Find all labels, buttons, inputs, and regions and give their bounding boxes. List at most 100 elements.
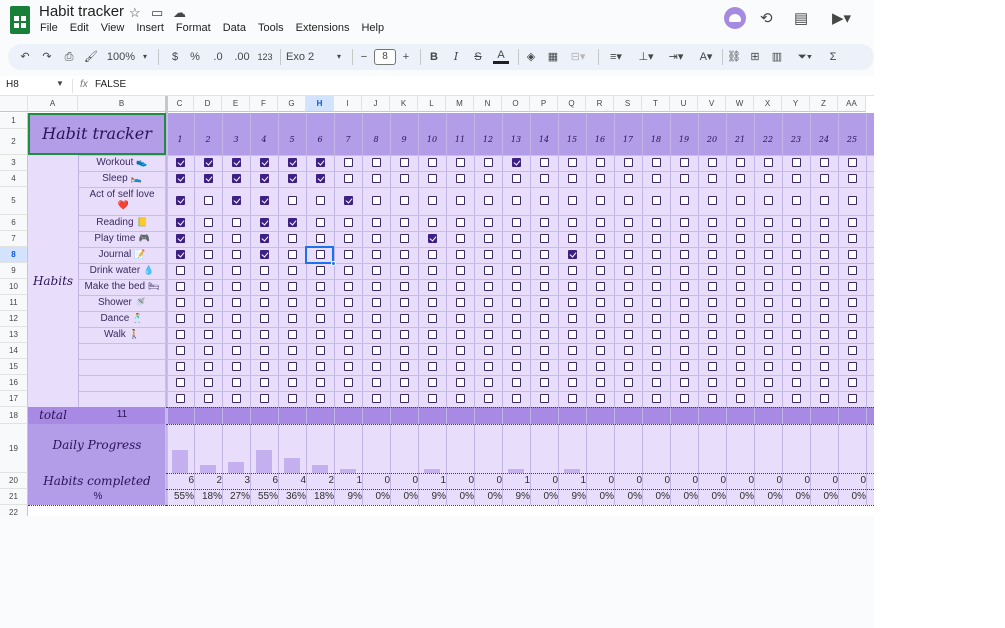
currency-format-button[interactable]: $ — [168, 48, 182, 66]
habit-checkbox[interactable] — [176, 394, 185, 403]
habit-checkbox[interactable] — [316, 196, 325, 205]
habit-checkbox[interactable] — [232, 250, 241, 259]
row-header-7[interactable]: 7 — [0, 231, 28, 247]
column-header-u[interactable]: U — [670, 96, 698, 112]
habit-checkbox[interactable] — [316, 330, 325, 339]
habit-checkbox[interactable] — [176, 346, 185, 355]
habit-checkbox[interactable] — [540, 266, 549, 275]
habit-checkbox[interactable] — [848, 362, 857, 371]
habit-checkbox[interactable] — [372, 174, 381, 183]
habit-checkbox[interactable] — [624, 330, 633, 339]
habit-checkbox[interactable] — [764, 330, 773, 339]
habit-checkbox[interactable] — [596, 394, 605, 403]
habit-checkbox[interactable] — [792, 158, 801, 167]
habit-checkbox[interactable] — [596, 346, 605, 355]
habit-checkbox[interactable] — [428, 394, 437, 403]
zoom-select[interactable]: 100% — [106, 48, 136, 66]
habit-checkbox[interactable] — [708, 174, 717, 183]
font-size-input[interactable]: 8 — [374, 49, 396, 65]
habit-checkbox[interactable] — [764, 218, 773, 227]
habit-checkbox[interactable] — [624, 298, 633, 307]
habit-checkbox[interactable] — [820, 362, 829, 371]
habit-checkbox[interactable] — [764, 234, 773, 243]
habit-checkbox[interactable] — [708, 394, 717, 403]
habit-checkbox[interactable] — [372, 218, 381, 227]
row-header-3[interactable]: 3 — [0, 155, 28, 171]
habit-checkbox[interactable] — [400, 362, 409, 371]
habit-checkbox[interactable] — [232, 282, 241, 291]
habit-checkbox[interactable] — [316, 218, 325, 227]
habit-checkbox[interactable] — [372, 158, 381, 167]
habit-checkbox[interactable] — [176, 314, 185, 323]
habit-checkbox[interactable] — [764, 266, 773, 275]
habit-checkbox[interactable] — [400, 218, 409, 227]
habit-checkbox[interactable] — [764, 298, 773, 307]
habit-checkbox[interactable] — [176, 266, 185, 275]
habit-checkbox[interactable] — [512, 174, 521, 183]
habit-checkbox[interactable] — [288, 362, 297, 371]
habit-checkbox[interactable] — [568, 298, 577, 307]
name-box[interactable]: H8 — [6, 79, 19, 90]
habit-checkbox[interactable] — [484, 298, 493, 307]
habit-checkbox[interactable] — [344, 250, 353, 259]
habit-checkbox[interactable] — [540, 196, 549, 205]
habit-checkbox[interactable] — [176, 378, 185, 387]
habit-checkbox[interactable] — [596, 362, 605, 371]
habit-checkbox[interactable] — [204, 158, 213, 167]
habit-checkbox[interactable] — [652, 196, 661, 205]
habit-checkbox[interactable] — [176, 158, 185, 167]
habit-checkbox[interactable] — [540, 330, 549, 339]
habit-checkbox[interactable] — [652, 234, 661, 243]
habit-checkbox[interactable] — [344, 378, 353, 387]
habit-checkbox[interactable] — [400, 266, 409, 275]
habit-checkbox[interactable] — [652, 250, 661, 259]
habit-checkbox[interactable] — [428, 266, 437, 275]
habit-checkbox[interactable] — [792, 250, 801, 259]
habit-checkbox[interactable] — [344, 346, 353, 355]
habit-checkbox[interactable] — [456, 158, 465, 167]
habit-checkbox[interactable] — [652, 298, 661, 307]
habit-checkbox[interactable] — [232, 378, 241, 387]
habit-checkbox[interactable] — [204, 314, 213, 323]
habit-checkbox[interactable] — [680, 158, 689, 167]
habit-checkbox[interactable] — [540, 394, 549, 403]
habit-checkbox[interactable] — [484, 394, 493, 403]
menu-help[interactable]: Help — [355, 22, 390, 38]
habit-checkbox[interactable] — [260, 234, 269, 243]
habit-checkbox[interactable] — [736, 158, 745, 167]
habit-checkbox[interactable] — [456, 218, 465, 227]
habit-checkbox[interactable] — [512, 394, 521, 403]
habit-checkbox[interactable] — [568, 266, 577, 275]
habit-checkbox[interactable] — [708, 158, 717, 167]
column-header-y[interactable]: Y — [782, 96, 810, 112]
habit-checkbox[interactable] — [792, 314, 801, 323]
row-header-20[interactable]: 20 — [0, 473, 28, 489]
row-header-15[interactable]: 15 — [0, 359, 28, 375]
habit-checkbox[interactable] — [372, 394, 381, 403]
habit-checkbox[interactable] — [260, 378, 269, 387]
habit-checkbox[interactable] — [568, 362, 577, 371]
habit-checkbox[interactable] — [372, 314, 381, 323]
number-format-button[interactable]: 123 — [256, 48, 274, 66]
habit-checkbox[interactable] — [708, 250, 717, 259]
habit-checkbox[interactable] — [484, 330, 493, 339]
habit-checkbox[interactable] — [736, 266, 745, 275]
habit-checkbox[interactable] — [400, 330, 409, 339]
habit-checkbox[interactable] — [288, 218, 297, 227]
menu-edit[interactable]: Edit — [64, 22, 95, 38]
habit-checkbox[interactable] — [484, 266, 493, 275]
habit-checkbox[interactable] — [792, 174, 801, 183]
habit-checkbox[interactable] — [428, 330, 437, 339]
habit-checkbox[interactable] — [596, 196, 605, 205]
habit-checkbox[interactable] — [624, 282, 633, 291]
cloud-status-icon[interactable]: ☁ — [173, 5, 186, 21]
habit-checkbox[interactable] — [456, 266, 465, 275]
habit-checkbox[interactable] — [344, 282, 353, 291]
merge-cells-icon[interactable]: ⊟▾ — [568, 48, 588, 66]
habit-checkbox[interactable] — [176, 250, 185, 259]
habit-checkbox[interactable] — [316, 298, 325, 307]
row-header-10[interactable]: 10 — [0, 279, 28, 295]
habit-checkbox[interactable] — [512, 378, 521, 387]
habit-checkbox[interactable] — [652, 266, 661, 275]
habit-checkbox[interactable] — [792, 394, 801, 403]
